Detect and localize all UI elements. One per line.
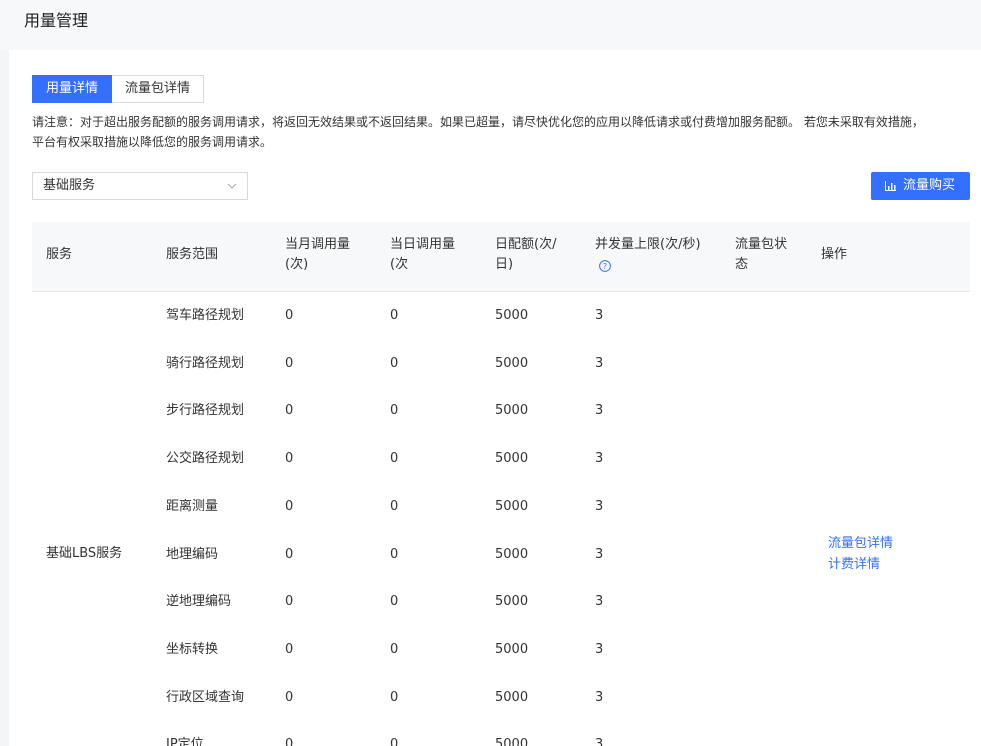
- scope-cell: 距离测量: [166, 498, 219, 514]
- notice-line-1: 请注意：对于超出服务配额的服务调用请求，将返回无效结果或不返回结果。如果已超量，…: [32, 115, 924, 129]
- daily-quota-cell: 5000: [495, 737, 529, 746]
- col-header-operations: 操作: [821, 247, 848, 262]
- scope-cell: 行政区域查询: [166, 689, 245, 705]
- col-header-quota-line2: 日): [495, 257, 514, 272]
- monthly-usage-cell: 0: [285, 737, 294, 746]
- concurrency-cell: 3: [595, 498, 604, 514]
- monthly-usage-cell: 0: [285, 594, 294, 610]
- monthly-usage-cell: 0: [285, 308, 294, 323]
- daily-quota-cell: 5000: [495, 641, 529, 657]
- svg-text:?: ?: [603, 262, 607, 271]
- col-header-package-status: 流量包状 态: [735, 235, 787, 275]
- scope-cell: 坐标转换: [166, 641, 219, 657]
- col-header-scope: 服务范围: [166, 247, 219, 262]
- scope-cell: IP定位: [166, 737, 204, 746]
- scope-cell: 骑行路径规划: [166, 355, 245, 371]
- col-header-daily-line2: (次: [390, 257, 409, 272]
- col-header-concurrency: 并发量上限(次/秒): [595, 237, 701, 252]
- scope-cell: 逆地理编码: [166, 594, 232, 610]
- table-row: 行政区域查询 0 0 5000 3: [32, 674, 970, 722]
- buy-traffic-label: 流量购买: [903, 178, 956, 193]
- scope-cell: 地理编码: [166, 546, 219, 562]
- col-header-monthly-line1: 当月调用量: [285, 237, 351, 252]
- col-header-service: 服务: [46, 247, 73, 262]
- service-type-selected-value: 基础服务: [43, 178, 96, 193]
- table-row: 逆地理编码 0 0 5000 3: [32, 578, 970, 626]
- notice-line-2: 平台有权采取措施以降低您的服务调用请求。: [32, 135, 273, 149]
- monthly-usage-cell: 0: [285, 451, 294, 467]
- daily-quota-cell: 5000: [495, 355, 529, 371]
- daily-usage-cell: 0: [390, 689, 399, 705]
- monthly-usage-cell: 0: [285, 689, 294, 705]
- daily-quota-cell: 5000: [495, 451, 529, 467]
- daily-quota-cell: 5000: [495, 403, 529, 419]
- daily-usage-cell: 0: [390, 737, 399, 746]
- chevron-down-icon: [227, 183, 237, 189]
- page-header: 用量管理: [0, 0, 981, 50]
- scope-cell: 驾车路径规划: [166, 308, 245, 323]
- col-header-monthly-line2: (次): [285, 257, 309, 272]
- table-row: 坐标转换 0 0 5000 3: [32, 626, 970, 674]
- billing-details-link[interactable]: 计费详情: [828, 554, 893, 575]
- concurrency-cell: 3: [595, 737, 604, 746]
- table-row: 步行路径规划 0 0 5000 3: [32, 387, 970, 435]
- bar-chart-icon: [885, 181, 896, 191]
- daily-usage-cell: 0: [390, 498, 399, 514]
- tab-usage-details[interactable]: 用量详情: [32, 75, 113, 103]
- usage-card: 用量详情 流量包详情 请注意：对于超出服务配额的服务调用请求，将返回无效结果或不…: [9, 50, 981, 746]
- table-row: 骑行路径规划 0 0 5000 3: [32, 340, 970, 388]
- col-header-daily-line1: 当日调用量: [390, 237, 456, 252]
- daily-usage-cell: 0: [390, 594, 399, 610]
- daily-usage-cell: 0: [390, 403, 399, 419]
- scope-cell: 步行路径规划: [166, 403, 245, 419]
- concurrency-cell: 3: [595, 355, 604, 371]
- buy-traffic-button[interactable]: 流量购买: [871, 172, 970, 200]
- col-header-monthly: 当月调用量 (次): [285, 235, 350, 275]
- concurrency-cell: 3: [595, 546, 604, 562]
- col-header-package-status-line2: 态: [735, 257, 749, 272]
- service-type-select[interactable]: 基础服务: [32, 172, 248, 200]
- monthly-usage-cell: 0: [285, 498, 294, 514]
- operations-cell: 流量包详情 计费详情: [828, 533, 893, 575]
- col-header-quota-line1: 日配额(次/: [495, 237, 557, 252]
- tab-bar: 用量详情 流量包详情: [32, 75, 205, 103]
- question-help-icon[interactable]: ?: [599, 260, 611, 272]
- daily-usage-cell: 0: [390, 355, 399, 371]
- daily-quota-cell: 5000: [495, 689, 529, 705]
- table-row: 距离测量 0 0 5000 3: [32, 483, 970, 531]
- daily-quota-cell: 5000: [495, 498, 529, 514]
- monthly-usage-cell: 0: [285, 355, 294, 371]
- table-header: 服务 服务范围 当月调用量 (次) 当日调用量 (次 日配额(次/ 日) 并发量…: [32, 222, 970, 292]
- daily-usage-cell: 0: [390, 451, 399, 467]
- daily-usage-cell: 0: [390, 641, 399, 657]
- package-details-link[interactable]: 流量包详情: [828, 533, 893, 554]
- concurrency-cell: 3: [595, 308, 604, 323]
- concurrency-cell: 3: [595, 641, 604, 657]
- concurrency-cell: 3: [595, 451, 604, 467]
- daily-quota-cell: 5000: [495, 546, 529, 562]
- monthly-usage-cell: 0: [285, 546, 294, 562]
- concurrency-cell: 3: [595, 594, 604, 610]
- col-header-daily: 当日调用量 (次: [390, 235, 455, 275]
- table-row: 驾车路径规划 0 0 5000 3: [32, 292, 970, 340]
- col-header-package-status-line1: 流量包状: [735, 237, 788, 252]
- monthly-usage-cell: 0: [285, 403, 294, 419]
- daily-usage-cell: 0: [390, 308, 399, 323]
- concurrency-cell: 3: [595, 403, 604, 419]
- tab-package-details[interactable]: 流量包详情: [112, 75, 205, 103]
- concurrency-cell: 3: [595, 689, 604, 705]
- daily-usage-cell: 0: [390, 546, 399, 562]
- notice-text: 请注意：对于超出服务配额的服务调用请求，将返回无效结果或不返回结果。如果已超量，…: [32, 112, 972, 152]
- monthly-usage-cell: 0: [285, 641, 294, 657]
- daily-quota-cell: 5000: [495, 594, 529, 610]
- page-title: 用量管理: [24, 11, 89, 30]
- scope-cell: 公交路径规划: [166, 451, 245, 467]
- col-header-quota: 日配额(次/ 日): [495, 235, 556, 275]
- table-row: IP定位 0 0 5000 3: [32, 721, 970, 746]
- daily-quota-cell: 5000: [495, 308, 529, 323]
- table-row: 公交路径规划 0 0 5000 3: [32, 435, 970, 483]
- service-name-cell: 基础LBS服务: [46, 546, 123, 561]
